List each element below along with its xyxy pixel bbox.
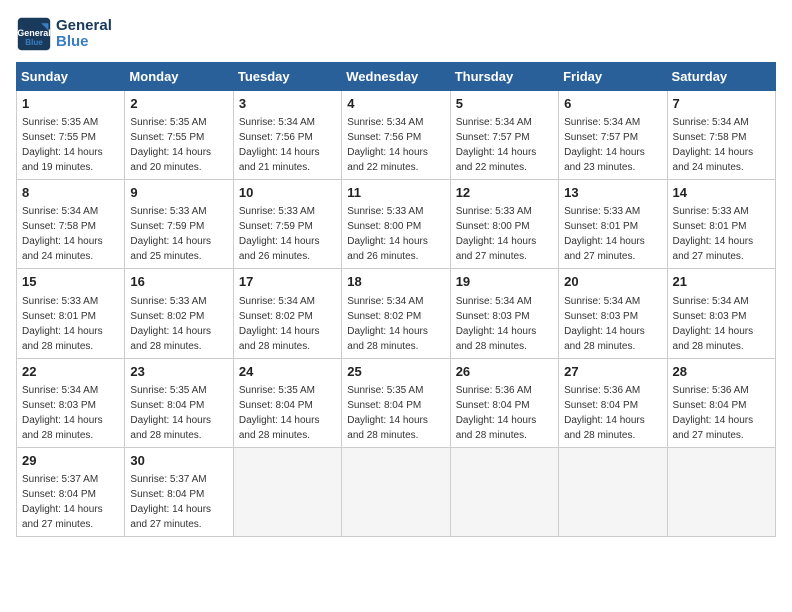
calendar-day-27: 27Sunrise: 5:36 AMSunset: 8:04 PMDayligh… [559, 358, 667, 447]
day-header-friday: Friday [559, 63, 667, 91]
calendar-day-16: 16Sunrise: 5:33 AMSunset: 8:02 PMDayligh… [125, 269, 233, 358]
calendar-day-29: 29Sunrise: 5:37 AMSunset: 8:04 PMDayligh… [17, 447, 125, 536]
calendar-empty [667, 447, 775, 536]
calendar-day-6: 6Sunrise: 5:34 AMSunset: 7:57 PMDaylight… [559, 91, 667, 180]
logo: General Blue General Blue [16, 16, 112, 52]
calendar-week-1: 1Sunrise: 5:35 AMSunset: 7:55 PMDaylight… [17, 91, 776, 180]
calendar-day-5: 5Sunrise: 5:34 AMSunset: 7:57 PMDaylight… [450, 91, 558, 180]
calendar-table: SundayMondayTuesdayWednesdayThursdayFrid… [16, 62, 776, 537]
calendar-day-26: 26Sunrise: 5:36 AMSunset: 8:04 PMDayligh… [450, 358, 558, 447]
day-header-saturday: Saturday [667, 63, 775, 91]
calendar-day-25: 25Sunrise: 5:35 AMSunset: 8:04 PMDayligh… [342, 358, 450, 447]
calendar-week-5: 29Sunrise: 5:37 AMSunset: 8:04 PMDayligh… [17, 447, 776, 536]
calendar-day-11: 11Sunrise: 5:33 AMSunset: 8:00 PMDayligh… [342, 180, 450, 269]
svg-text:General: General [17, 28, 51, 38]
calendar-day-15: 15Sunrise: 5:33 AMSunset: 8:01 PMDayligh… [17, 269, 125, 358]
day-header-monday: Monday [125, 63, 233, 91]
calendar-day-4: 4Sunrise: 5:34 AMSunset: 7:56 PMDaylight… [342, 91, 450, 180]
calendar-empty [233, 447, 341, 536]
day-header-thursday: Thursday [450, 63, 558, 91]
calendar-week-4: 22Sunrise: 5:34 AMSunset: 8:03 PMDayligh… [17, 358, 776, 447]
calendar-day-12: 12Sunrise: 5:33 AMSunset: 8:00 PMDayligh… [450, 180, 558, 269]
calendar-empty [342, 447, 450, 536]
calendar-week-2: 8Sunrise: 5:34 AMSunset: 7:58 PMDaylight… [17, 180, 776, 269]
day-header-sunday: Sunday [17, 63, 125, 91]
calendar-day-21: 21Sunrise: 5:34 AMSunset: 8:03 PMDayligh… [667, 269, 775, 358]
calendar-day-23: 23Sunrise: 5:35 AMSunset: 8:04 PMDayligh… [125, 358, 233, 447]
calendar-empty [450, 447, 558, 536]
svg-text:Blue: Blue [25, 38, 43, 47]
calendar-day-2: 2Sunrise: 5:35 AMSunset: 7:55 PMDaylight… [125, 91, 233, 180]
calendar-day-9: 9Sunrise: 5:33 AMSunset: 7:59 PMDaylight… [125, 180, 233, 269]
calendar-day-22: 22Sunrise: 5:34 AMSunset: 8:03 PMDayligh… [17, 358, 125, 447]
calendar-day-1: 1Sunrise: 5:35 AMSunset: 7:55 PMDaylight… [17, 91, 125, 180]
calendar-day-14: 14Sunrise: 5:33 AMSunset: 8:01 PMDayligh… [667, 180, 775, 269]
calendar-day-17: 17Sunrise: 5:34 AMSunset: 8:02 PMDayligh… [233, 269, 341, 358]
calendar-week-3: 15Sunrise: 5:33 AMSunset: 8:01 PMDayligh… [17, 269, 776, 358]
calendar-day-18: 18Sunrise: 5:34 AMSunset: 8:02 PMDayligh… [342, 269, 450, 358]
calendar-day-20: 20Sunrise: 5:34 AMSunset: 8:03 PMDayligh… [559, 269, 667, 358]
calendar-day-13: 13Sunrise: 5:33 AMSunset: 8:01 PMDayligh… [559, 180, 667, 269]
calendar-day-7: 7Sunrise: 5:34 AMSunset: 7:58 PMDaylight… [667, 91, 775, 180]
logo-icon: General Blue [16, 16, 52, 52]
calendar-day-19: 19Sunrise: 5:34 AMSunset: 8:03 PMDayligh… [450, 269, 558, 358]
day-header-wednesday: Wednesday [342, 63, 450, 91]
calendar-day-24: 24Sunrise: 5:35 AMSunset: 8:04 PMDayligh… [233, 358, 341, 447]
day-header-tuesday: Tuesday [233, 63, 341, 91]
calendar-body: 1Sunrise: 5:35 AMSunset: 7:55 PMDaylight… [17, 91, 776, 537]
page-header: General Blue General Blue [16, 16, 776, 52]
calendar-day-3: 3Sunrise: 5:34 AMSunset: 7:56 PMDaylight… [233, 91, 341, 180]
calendar-day-10: 10Sunrise: 5:33 AMSunset: 7:59 PMDayligh… [233, 180, 341, 269]
logo-text-line2: Blue [56, 34, 112, 51]
calendar-day-28: 28Sunrise: 5:36 AMSunset: 8:04 PMDayligh… [667, 358, 775, 447]
logo-text-line1: General [56, 18, 112, 35]
calendar-empty [559, 447, 667, 536]
calendar-header-row: SundayMondayTuesdayWednesdayThursdayFrid… [17, 63, 776, 91]
calendar-day-8: 8Sunrise: 5:34 AMSunset: 7:58 PMDaylight… [17, 180, 125, 269]
calendar-day-30: 30Sunrise: 5:37 AMSunset: 8:04 PMDayligh… [125, 447, 233, 536]
